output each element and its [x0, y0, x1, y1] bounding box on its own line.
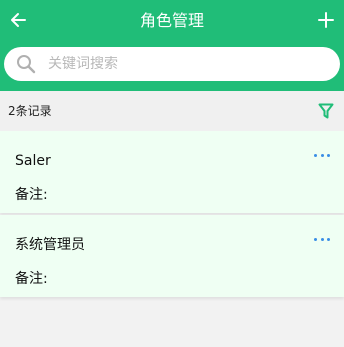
list-info-bar: 2条记录	[0, 91, 344, 131]
filter-button[interactable]	[318, 103, 334, 119]
plus-icon	[318, 12, 334, 28]
role-name: Saler	[15, 153, 51, 169]
page-title: 角色管理	[139, 11, 204, 30]
search-icon	[16, 54, 36, 74]
add-role-button[interactable]	[314, 8, 338, 32]
role-card[interactable]: Saler 备注:	[0, 131, 344, 213]
role-note-label: 备注:	[15, 271, 48, 287]
more-options-button[interactable]	[314, 151, 330, 159]
filter-icon	[318, 103, 334, 119]
search-input[interactable]	[48, 56, 308, 72]
more-dots-icon	[314, 237, 317, 241]
record-count: 2条记录	[8, 104, 52, 118]
more-options-button[interactable]	[314, 235, 330, 243]
role-card[interactable]: 系统管理员 备注:	[0, 215, 344, 297]
role-note-label: 备注:	[15, 187, 48, 203]
header-bar: 角色管理	[0, 0, 344, 91]
more-dots-icon	[314, 153, 317, 157]
search-bar	[4, 47, 340, 81]
role-name: 系统管理员	[15, 237, 85, 253]
